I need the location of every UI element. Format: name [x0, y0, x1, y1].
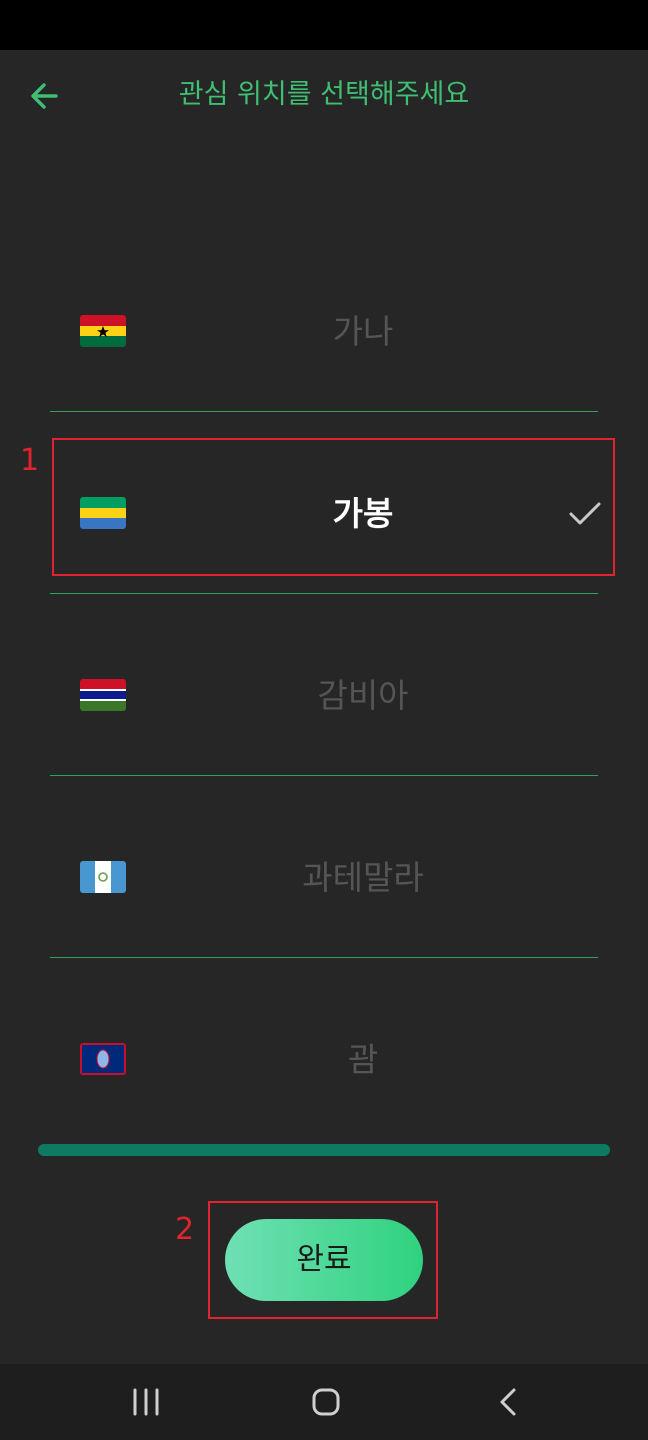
highlight-label-2: 2 — [175, 1212, 195, 1247]
header: 관심 위치를 선택해주세요 — [0, 50, 648, 140]
page-title: 관심 위치를 선택해주세요 — [178, 79, 470, 110]
country-row-guatemala[interactable]: 과테말라 — [50, 776, 598, 958]
scrollbar[interactable] — [38, 1144, 610, 1156]
country-name: 가나 — [332, 312, 394, 351]
highlight-label-1: 1 — [20, 443, 40, 478]
nav-back-button[interactable] — [488, 1382, 528, 1422]
home-icon — [312, 1388, 340, 1416]
country-row-ghana[interactable]: 가나 — [50, 230, 598, 412]
country-name: 괌 — [347, 1040, 379, 1079]
status-bar — [0, 0, 648, 50]
country-name: 과테말라 — [302, 858, 424, 897]
home-button[interactable] — [306, 1382, 346, 1422]
country-row-gambia[interactable]: 감비아 — [50, 594, 598, 776]
recent-apps-icon — [133, 1388, 159, 1416]
system-nav-bar — [0, 1364, 648, 1440]
done-button[interactable]: 완료 — [225, 1219, 423, 1301]
recent-apps-button[interactable] — [126, 1382, 166, 1422]
country-name: 감비아 — [317, 676, 409, 715]
country-row-guam[interactable]: 괌 — [50, 958, 598, 1140]
highlight-box-1 — [52, 438, 615, 576]
nav-back-icon — [500, 1388, 516, 1416]
